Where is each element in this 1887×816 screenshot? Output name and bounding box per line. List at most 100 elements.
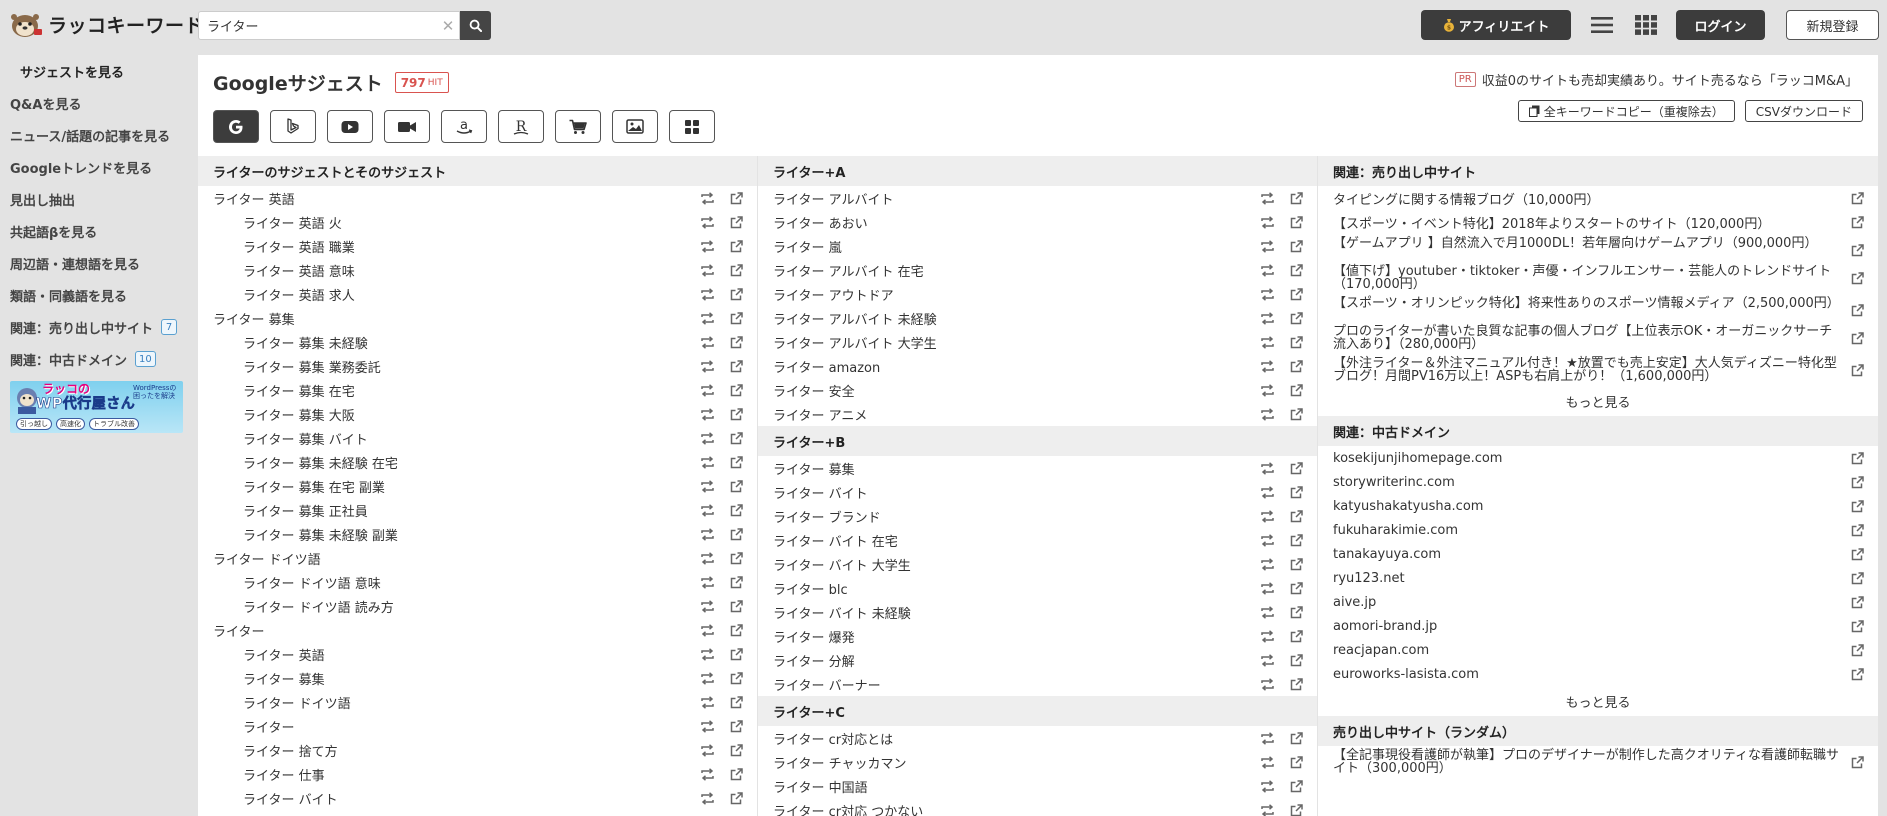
external-link-icon[interactable] [1848, 329, 1866, 347]
sidebar-item-suggest[interactable]: サジェストを見る [0, 55, 190, 87]
external-link-icon[interactable] [1287, 213, 1305, 231]
external-link-icon[interactable] [1287, 801, 1305, 816]
external-link-icon[interactable] [1848, 301, 1866, 319]
keyword-link[interactable]: ライター ドイツ語 読み方 [243, 597, 687, 616]
keyword-link[interactable]: ライター ドイツ語 [213, 549, 687, 568]
apps-button[interactable] [1633, 10, 1659, 40]
external-link-icon[interactable] [1848, 617, 1866, 635]
external-link-icon[interactable] [727, 765, 745, 783]
tab-amazon[interactable]: a [441, 110, 487, 143]
search-button[interactable] [460, 11, 491, 40]
repeat-search-icon[interactable] [698, 501, 716, 519]
keyword-link[interactable]: タイピングに関する情報ブログ（10,000円） [1333, 189, 1837, 208]
external-link-icon[interactable] [1287, 285, 1305, 303]
repeat-search-icon[interactable] [698, 669, 716, 687]
keyword-link[interactable]: ライター 募集 正社員 [243, 501, 687, 520]
repeat-search-icon[interactable] [698, 789, 716, 807]
sidebar-item-used-domains[interactable]: 関連：中古ドメイン 10 [0, 343, 190, 375]
external-link-icon[interactable] [727, 693, 745, 711]
sidebar-item-cooccurrence[interactable]: 共起語βを見る [0, 215, 190, 247]
external-link-icon[interactable] [1287, 651, 1305, 669]
external-link-icon[interactable] [1287, 777, 1305, 795]
external-link-icon[interactable] [727, 453, 745, 471]
external-link-icon[interactable] [727, 261, 745, 279]
external-link-icon[interactable] [727, 789, 745, 807]
site-row-link[interactable]: 【外注ライター＆外注マニュアル付き！★放置でも売上安定】大人気ディズニー特化型ブ… [1333, 357, 1842, 383]
search-input[interactable] [199, 12, 437, 39]
repeat-search-icon[interactable] [698, 405, 716, 423]
keyword-link[interactable]: ライター 募集 未経験 在宅 [243, 453, 687, 472]
external-link-icon[interactable] [1287, 189, 1305, 207]
keyword-link[interactable]: ライター アニメ [773, 405, 1247, 424]
tab-shopping[interactable] [555, 110, 601, 143]
repeat-search-icon[interactable] [1258, 405, 1276, 423]
keyword-link[interactable]: ライター 英語 [243, 645, 687, 664]
affiliate-button[interactable]: $ アフィリエイト [1421, 10, 1571, 40]
csv-download-button[interactable]: CSVダウンロード [1744, 100, 1863, 122]
keyword-link[interactable]: ryu123.net [1333, 571, 1837, 586]
external-link-icon[interactable] [1848, 269, 1866, 287]
external-link-icon[interactable] [727, 549, 745, 567]
keyword-link[interactable]: ライター ブランド [773, 507, 1247, 526]
keyword-link[interactable]: ライター 英語 意味 [243, 261, 687, 280]
repeat-search-icon[interactable] [698, 309, 716, 327]
keyword-link[interactable]: ライター アウトドア [773, 285, 1247, 304]
keyword-link[interactable]: katyushakatyusha.com [1333, 499, 1837, 514]
external-link-icon[interactable] [1848, 473, 1866, 491]
repeat-search-icon[interactable] [1258, 579, 1276, 597]
repeat-search-icon[interactable] [698, 189, 716, 207]
keyword-link[interactable]: tanakayuya.com [1333, 547, 1837, 562]
external-link-icon[interactable] [1287, 357, 1305, 375]
keyword-link[interactable]: ライター 英語 火 [243, 213, 687, 232]
keyword-link[interactable]: ライター アルバイト 大学生 [773, 333, 1247, 352]
keyword-link[interactable]: ライター アルバイト [773, 189, 1247, 208]
repeat-search-icon[interactable] [698, 621, 716, 639]
copy-all-button[interactable]: 全キーワードコピー（重複除去） [1517, 100, 1735, 122]
external-link-icon[interactable] [1287, 579, 1305, 597]
repeat-search-icon[interactable] [1258, 189, 1276, 207]
external-link-icon[interactable] [1848, 665, 1866, 683]
repeat-search-icon[interactable] [698, 549, 716, 567]
repeat-search-icon[interactable] [698, 741, 716, 759]
keyword-link[interactable]: ライター バイト 在宅 [773, 531, 1247, 550]
keyword-link[interactable]: ライター ドイツ語 [243, 693, 687, 712]
tab-apps[interactable] [669, 110, 715, 143]
external-link-icon[interactable] [1848, 213, 1866, 231]
site-row-link[interactable]: 【全記事現役看護師が執筆】プロのデザイナーが制作した高クオリティな看護師転職サイ… [1333, 749, 1842, 775]
external-link-icon[interactable] [1848, 241, 1866, 259]
site-logo[interactable]: ラッコキーワード [8, 9, 204, 39]
keyword-link[interactable]: ライター 安全 [773, 381, 1247, 400]
external-link-icon[interactable] [727, 213, 745, 231]
keyword-link[interactable]: ライター 募集 [213, 309, 687, 328]
keyword-link[interactable]: ライター cr対応とは [773, 729, 1247, 748]
external-link-icon[interactable] [1287, 405, 1305, 423]
repeat-search-icon[interactable] [698, 237, 716, 255]
keyword-link[interactable]: kosekijunjihomepage.com [1333, 451, 1837, 466]
external-link-icon[interactable] [1848, 641, 1866, 659]
pr-ad[interactable]: PR 収益0のサイトも売却実績あり。サイト売るなら「ラッコM&A」 [1454, 70, 1858, 89]
external-link-icon[interactable] [727, 477, 745, 495]
wp-service-banner[interactable]: ラッコの WP代行屋さん WordPressの困ったを解決 引っ越し 高速化 ト… [10, 381, 183, 433]
keyword-link[interactable]: ライター あおい [773, 213, 1247, 232]
more-button[interactable]: もっと見る [1318, 386, 1878, 416]
tab-youtube[interactable] [327, 110, 373, 143]
external-link-icon[interactable] [727, 333, 745, 351]
external-link-icon[interactable] [727, 669, 745, 687]
external-link-icon[interactable] [727, 381, 745, 399]
external-link-icon[interactable] [1287, 261, 1305, 279]
keyword-link[interactable]: ライター 捨て方 [243, 741, 687, 760]
repeat-search-icon[interactable] [1258, 309, 1276, 327]
external-link-icon[interactable] [727, 405, 745, 423]
repeat-search-icon[interactable] [698, 717, 716, 735]
keyword-link[interactable]: ライター バーナー [773, 675, 1247, 694]
external-link-icon[interactable] [727, 741, 745, 759]
external-link-icon[interactable] [1287, 381, 1305, 399]
repeat-search-icon[interactable] [1258, 483, 1276, 501]
keyword-link[interactable]: ライター 嵐 [773, 237, 1247, 256]
external-link-icon[interactable] [1287, 675, 1305, 693]
keyword-link[interactable]: ライター [213, 621, 687, 640]
site-row-link[interactable]: 【ゲームアプリ 】自然流入で月1000DL！若年層向けゲームアプリ（900,00… [1333, 237, 1842, 250]
repeat-search-icon[interactable] [698, 381, 716, 399]
repeat-search-icon[interactable] [1258, 381, 1276, 399]
keyword-link[interactable]: 【スポーツ・イベント特化】2018年よりスタートのサイト（120,000円） [1333, 213, 1837, 232]
